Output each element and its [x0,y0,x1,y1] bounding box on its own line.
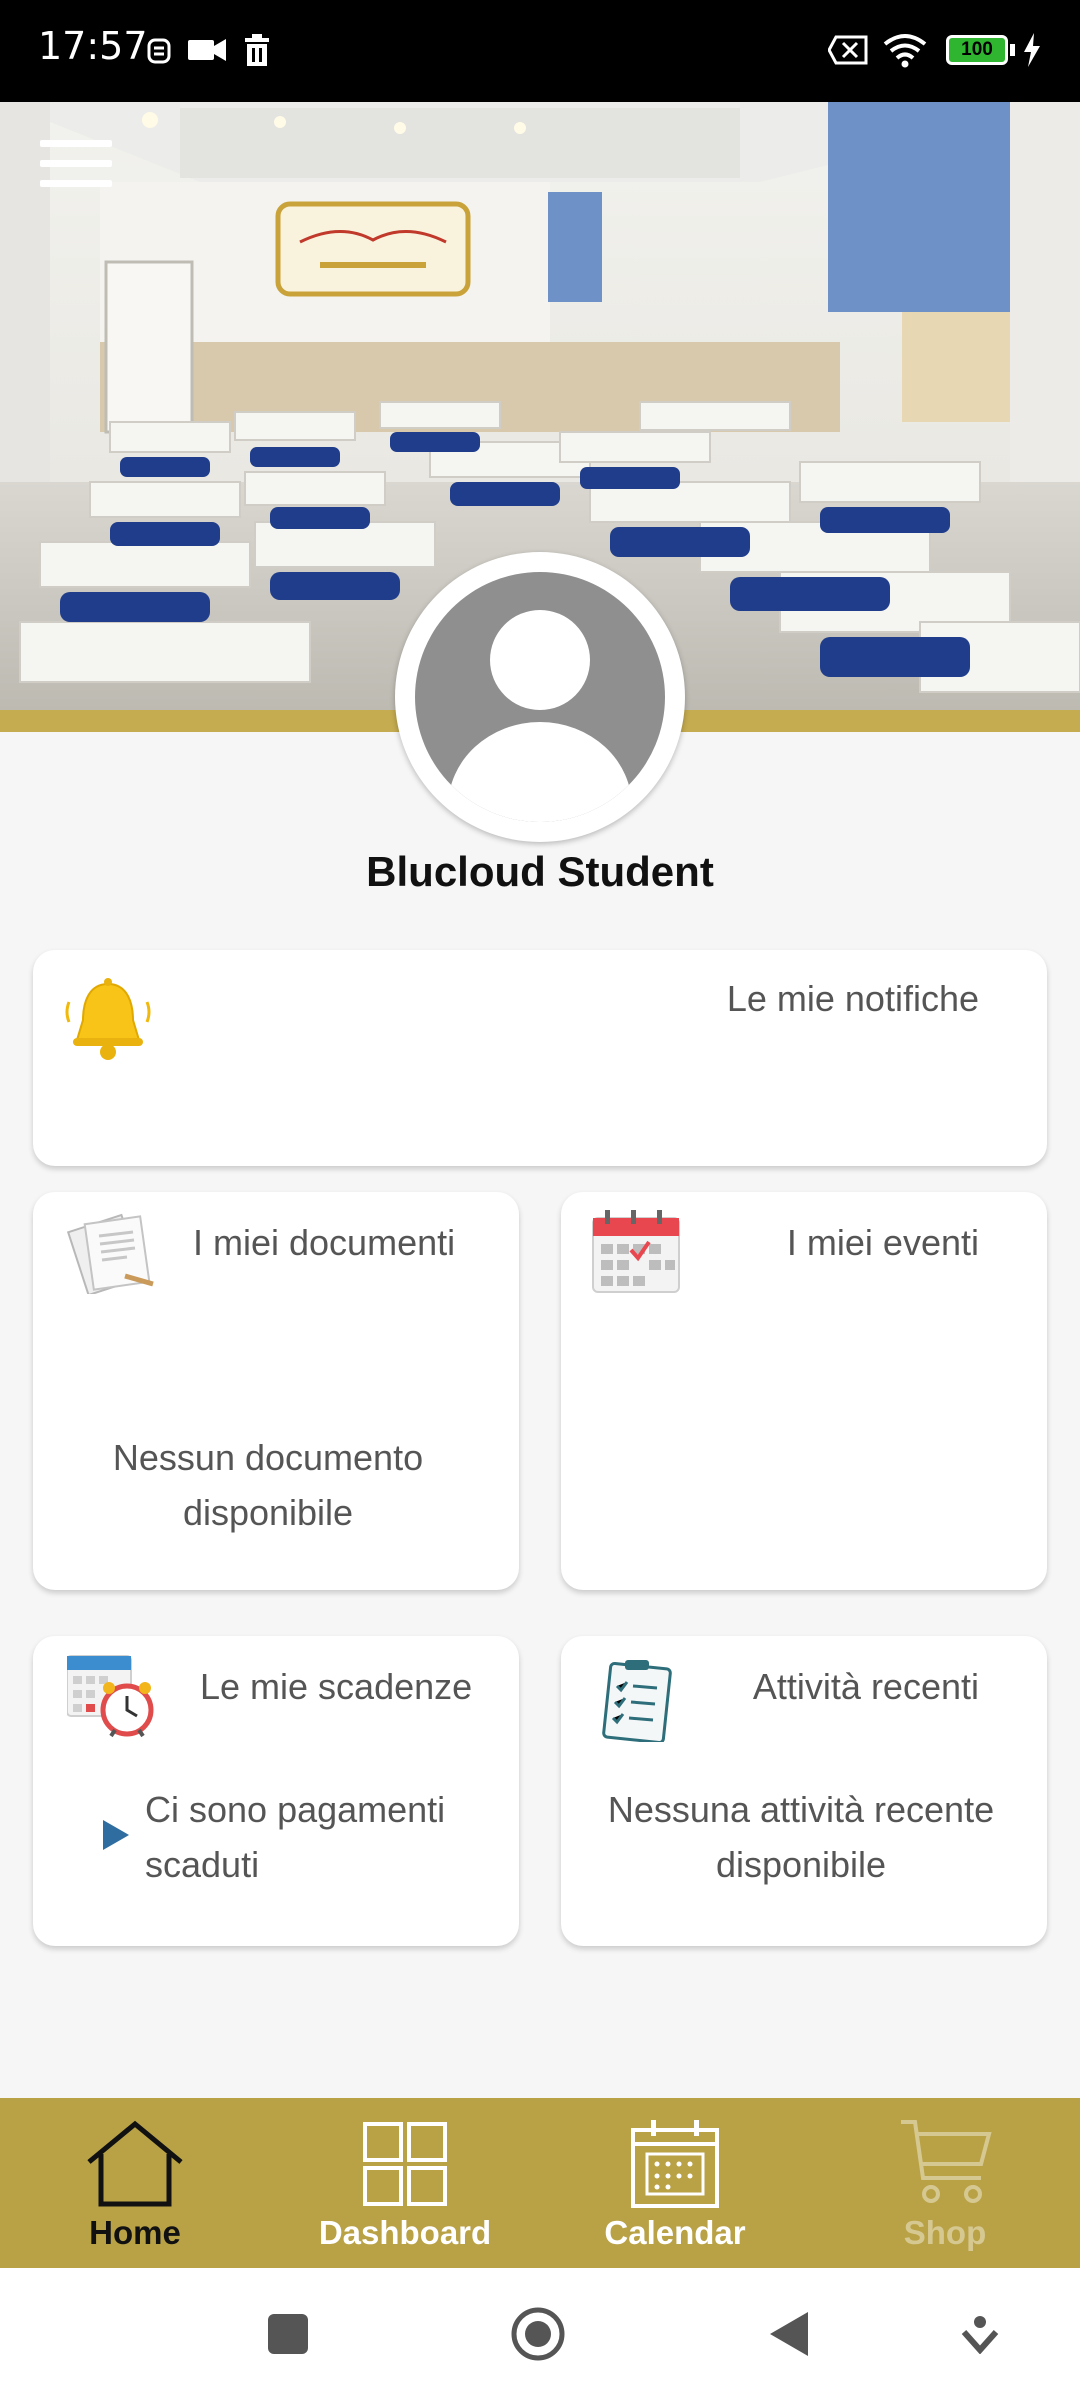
nav-home-label: Home [89,2214,181,2251]
trash-icon [244,30,270,70]
notifications-title: Le mie notifiche [726,978,979,1019]
documents-empty-message: Nessun documento disponibile [112,1437,424,1533]
activities-empty-message: Nessuna attività recente disponibile [607,1789,995,1885]
avatar[interactable] [395,552,685,842]
home-icon [87,2120,183,2207]
deadlines-card[interactable]: Le mie scadenze Ci sono pagamenti scadut… [33,1636,519,1946]
checklist-icon [601,1656,673,1747]
home-button-icon[interactable] [510,2306,566,2367]
events-title: I miei eventi [786,1222,979,1263]
nav-calendar[interactable]: Calendar [540,2098,810,2268]
bell-icon [63,976,153,1067]
profile-name: Blucloud Student [366,848,714,895]
wifi-icon [882,30,928,70]
alarm-icon [146,30,172,70]
status-bar: 17:57 100 [0,0,1080,102]
battery-icon: 100 [946,30,1015,70]
events-card[interactable]: I miei eventi [561,1192,1047,1590]
back-icon[interactable] [770,2312,810,2361]
recent-apps-icon[interactable] [268,2314,308,2359]
user-placeholder-icon [415,572,665,822]
battery-level: 100 [961,39,993,60]
notifications-card[interactable]: Le mie notifiche [33,950,1047,1166]
deadlines-title: Le mie scadenze [200,1666,473,1707]
bottom-navigation: Home Dashboard Calendar Shop [0,2098,1080,2268]
nav-dashboard-label: Dashboard [318,2214,492,2251]
system-navigation-bar [0,2268,1080,2400]
nav-shop-label: Shop [903,2214,987,2251]
nav-dashboard[interactable]: Dashboard [270,2098,540,2268]
documents-card[interactable]: I miei documenti Nessun documento dispon… [33,1192,519,1590]
deadline-clock-icon [66,1650,157,1747]
cart-icon [901,2120,992,2203]
menu-icon[interactable] [40,140,112,188]
keyboard-hide-icon[interactable] [960,2314,1000,2359]
nav-calendar-label: Calendar [604,2214,746,2251]
activities-card[interactable]: Attività recenti Nessuna attività recent… [561,1636,1047,1946]
status-time: 17:57 [38,24,148,68]
no-sim-icon [828,30,868,70]
activities-title: Attività recenti [752,1666,979,1707]
deadlines-message: Ci sono pagamenti scaduti [145,1789,446,1885]
nav-home[interactable]: Home [0,2098,270,2268]
calendar-icon [631,2120,719,2208]
video-icon [188,30,228,70]
grid-icon [363,2122,447,2206]
charging-icon [1022,30,1042,70]
documents-title: I miei documenti [193,1222,456,1263]
play-arrow-icon [103,1820,129,1855]
documents-icon [66,1210,157,1299]
calendar-event-icon [591,1208,681,1299]
nav-shop[interactable]: Shop [810,2098,1080,2268]
